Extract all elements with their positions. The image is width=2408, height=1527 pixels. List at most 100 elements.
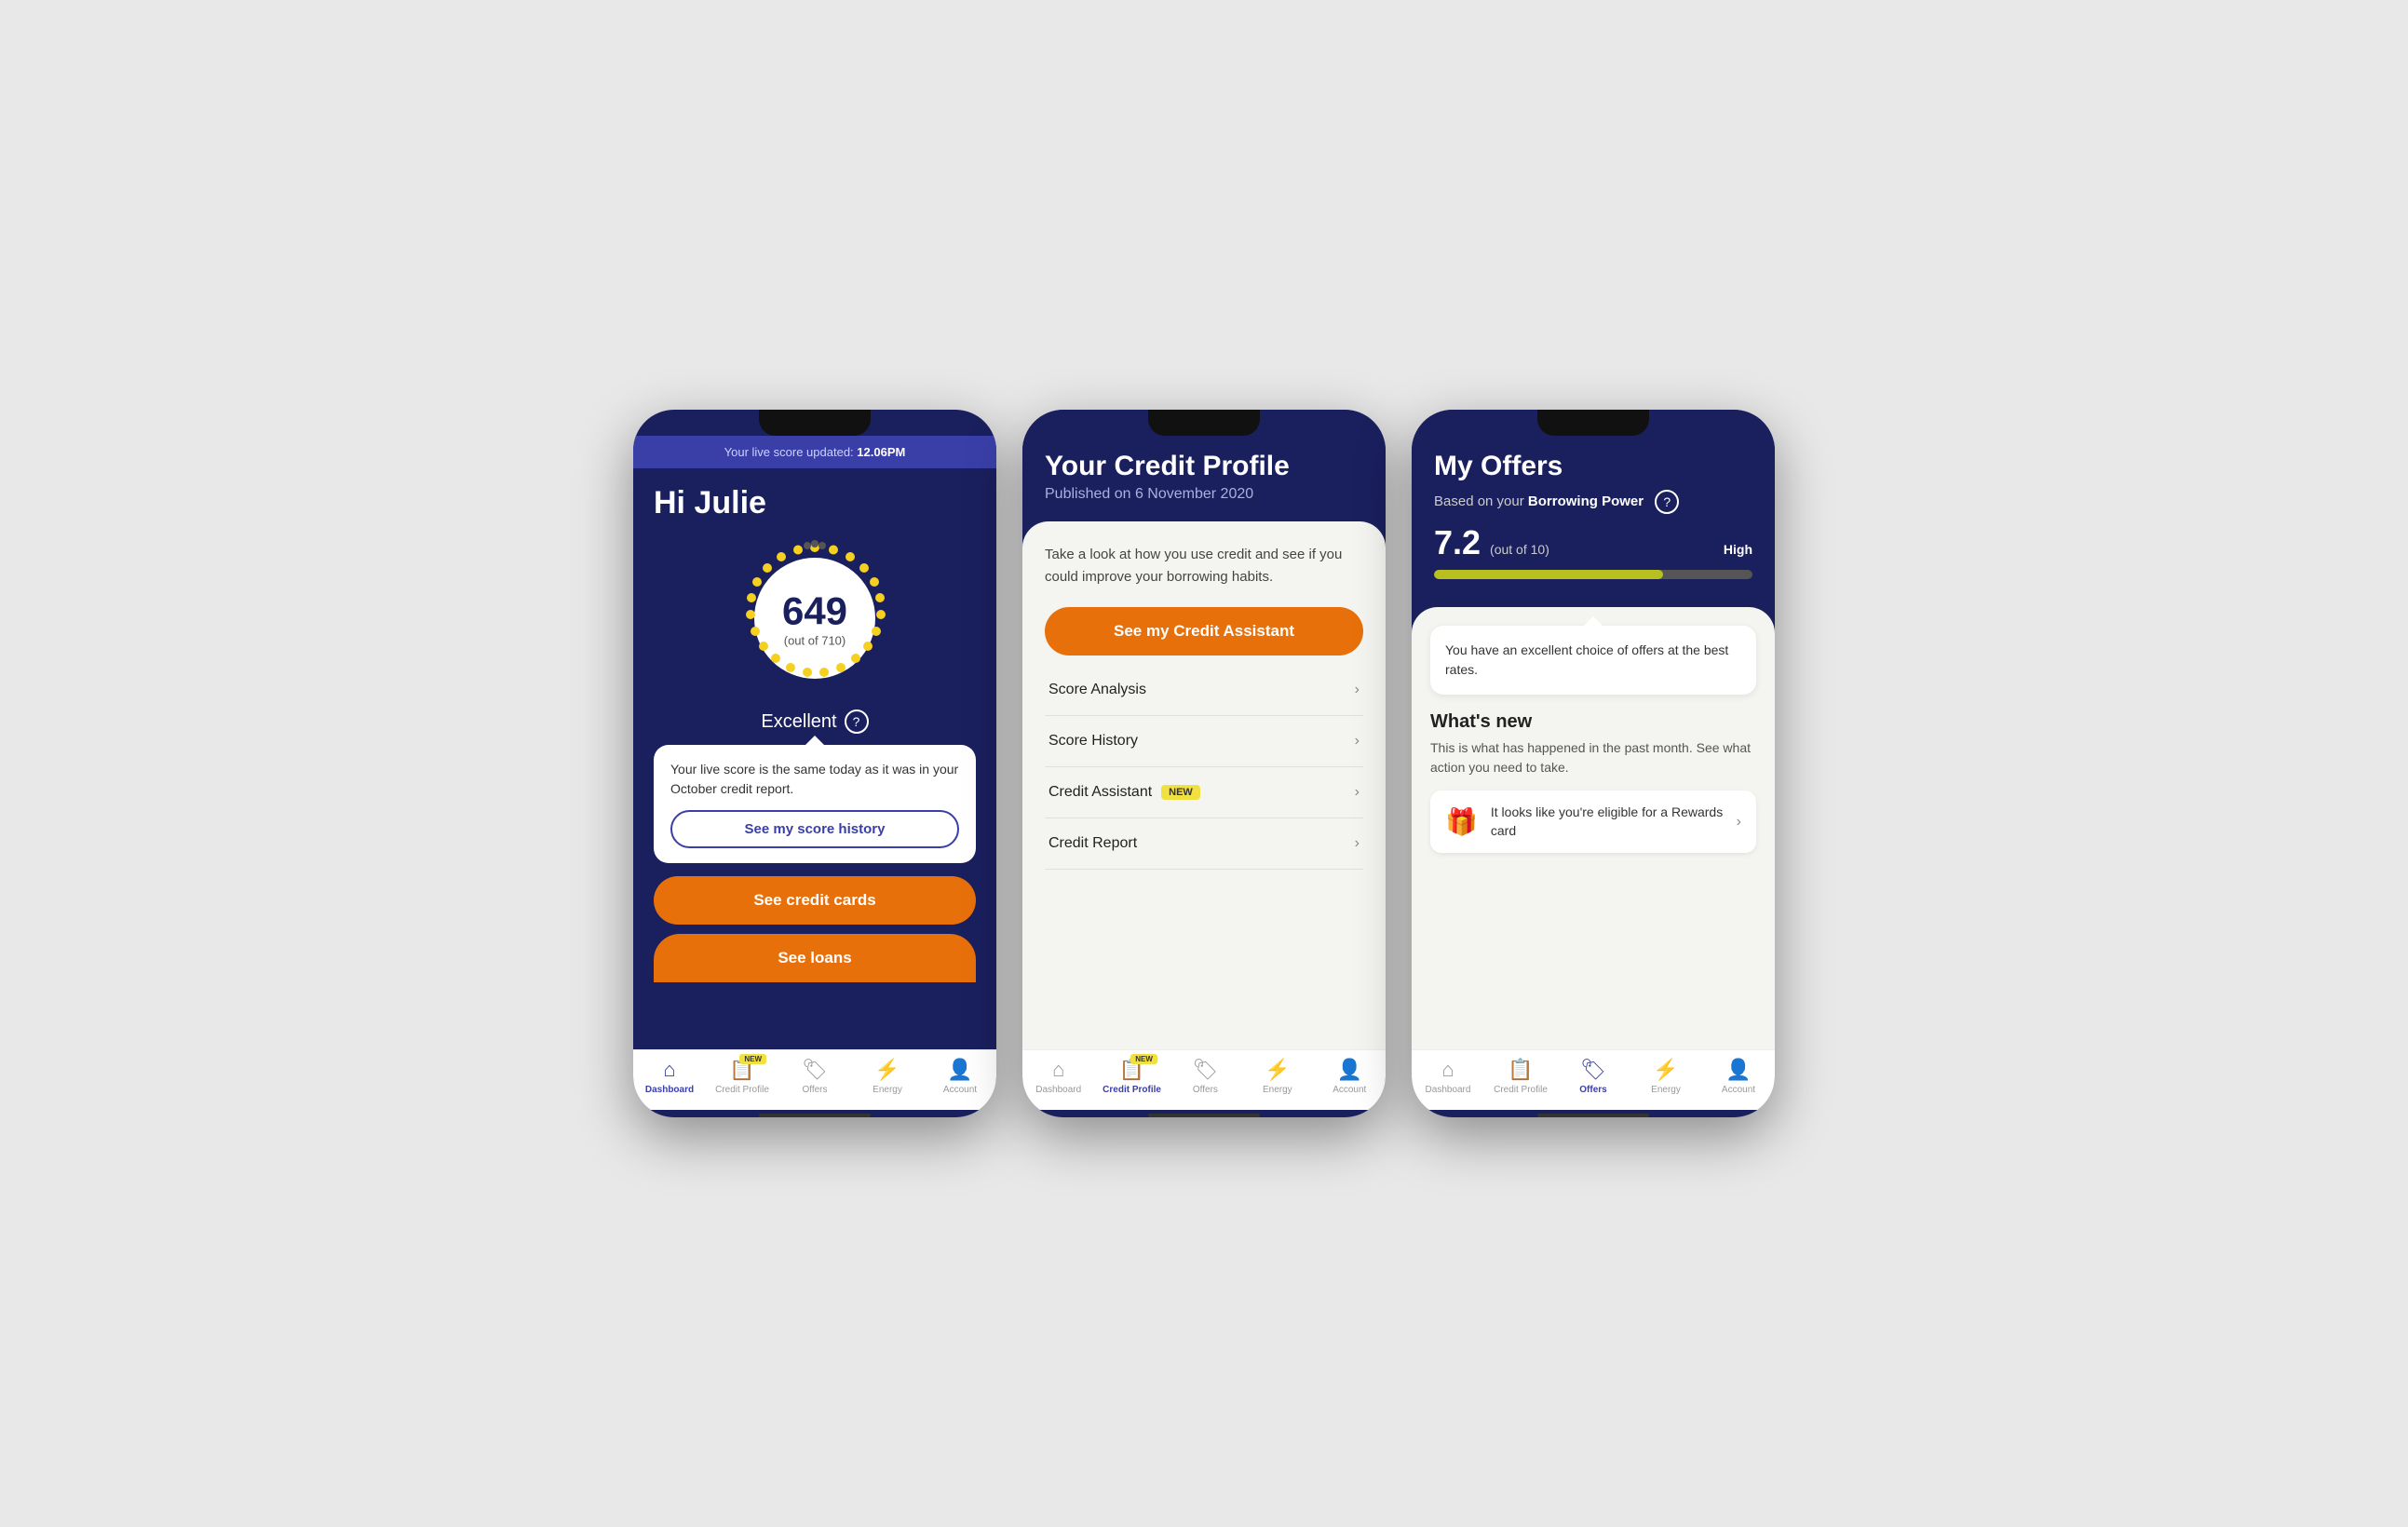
offers-icon: 🏷 (1580, 1058, 1606, 1082)
credit-profile-menu: Score Analysis › Score History › Credit … (1045, 665, 1363, 1049)
bubble-text: Your live score is the same today as it … (670, 760, 959, 799)
chevron-right-icon: › (1355, 784, 1360, 801)
nav-account[interactable]: 👤 Account (1711, 1058, 1766, 1095)
nav-offers[interactable]: 🏷 Offers (787, 1058, 843, 1095)
nav-credit-profile[interactable]: NEW 📋 Credit Profile (714, 1058, 770, 1095)
phone3-header: My Offers Based on your Borrowing Power … (1412, 410, 1775, 607)
credit-profile-title: Your Credit Profile (1045, 451, 1363, 482)
borrowing-score-row: 7.2 (out of 10) High (1434, 523, 1752, 562)
whats-new-section: What's new This is what has happened in … (1430, 711, 1756, 1049)
score-speech-bubble: Your live score is the same today as it … (654, 745, 976, 863)
rewards-card-icon: 🎁 (1445, 806, 1478, 837)
nav-dashboard[interactable]: ⌂ Dashboard (1031, 1058, 1087, 1095)
whats-new-title: What's new (1430, 711, 1756, 733)
phone2-body: Your Credit Profile Published on 6 Novem… (1022, 410, 1386, 1049)
nav-dashboard[interactable]: ⌂ Dashboard (1420, 1058, 1476, 1095)
chevron-right-icon: › (1355, 835, 1360, 852)
home-icon: ⌂ (1052, 1058, 1064, 1082)
credit-profile-subtitle: Published on 6 November 2020 (1045, 486, 1363, 503)
borrowing-progress-fill (1434, 570, 1663, 579)
nav-label: Account (1722, 1085, 1755, 1095)
phone2-wave-section: Take a look at how you use credit and se… (1022, 521, 1386, 1049)
banner-text: Your live score updated: (724, 445, 858, 459)
phone3-body: My Offers Based on your Borrowing Power … (1412, 410, 1775, 1049)
banner-time: 12.06PM (857, 445, 905, 459)
menu-item-text: Credit Report (1048, 835, 1137, 852)
menu-score-history[interactable]: Score History › (1045, 716, 1363, 767)
nav-credit-profile[interactable]: NEW 📋 Credit Profile (1103, 1058, 1161, 1095)
home-indicator (1148, 1114, 1260, 1117)
nav-dashboard[interactable]: ⌂ Dashboard (642, 1058, 697, 1095)
offers-subtitle: Based on your Borrowing Power ? (1434, 490, 1752, 514)
borrowing-progress-bg (1434, 570, 1752, 579)
borrowing-score: 7.2 (1434, 523, 1481, 562)
score-number: 649 (782, 589, 847, 634)
score-high-label: High (1724, 542, 1752, 557)
offers-icon: 🏷 (1192, 1058, 1218, 1082)
account-icon: 👤 (1725, 1058, 1751, 1082)
greeting-text: Hi Julie (654, 485, 976, 521)
menu-credit-assistant[interactable]: Credit Assistant NEW › (1045, 767, 1363, 818)
menu-item-text: Credit Assistant (1048, 784, 1152, 801)
nav-energy[interactable]: ⚡ Energy (859, 1058, 915, 1095)
nav-offers[interactable]: 🏷 Offers (1177, 1058, 1233, 1095)
nav-label: Credit Profile (1494, 1085, 1548, 1095)
score-center: 649 (out of 710) (782, 589, 847, 648)
credit-profile-icon: 📋 (1508, 1058, 1533, 1082)
nav-label: Credit Profile (1103, 1085, 1161, 1095)
offers-speech-bubble: You have an excellent choice of offers a… (1430, 626, 1756, 695)
phone3-wave-section: You have an excellent choice of offers a… (1412, 607, 1775, 1049)
nav-label: Offers (1193, 1085, 1218, 1095)
score-outof: (out of 710) (782, 634, 847, 648)
energy-icon: ⚡ (874, 1058, 900, 1082)
nav-energy[interactable]: ⚡ Energy (1250, 1058, 1305, 1095)
credit-assistant-button[interactable]: See my Credit Assistant (1045, 607, 1363, 655)
nav-label: Energy (1651, 1085, 1681, 1095)
phone-credit-profile: Your Credit Profile Published on 6 Novem… (1022, 410, 1386, 1117)
offers-title: My Offers (1434, 451, 1752, 482)
phone-offers: My Offers Based on your Borrowing Power … (1412, 410, 1775, 1117)
chevron-right-icon: › (1355, 682, 1360, 698)
score-ring-container: 649 (out of 710) (654, 534, 976, 702)
energy-icon: ⚡ (1265, 1058, 1290, 1082)
chevron-right-icon: › (1355, 733, 1360, 750)
offer-card[interactable]: 🎁 It looks like you're eligible for a Re… (1430, 791, 1756, 853)
bottom-nav-3: ⌂ Dashboard 📋 Credit Profile 🏷 Offers ⚡ … (1412, 1049, 1775, 1110)
nav-label: Energy (1263, 1085, 1292, 1095)
credit-profile-desc: Take a look at how you use credit and se… (1045, 544, 1363, 588)
account-icon: 👤 (947, 1058, 972, 1082)
nav-energy[interactable]: ⚡ Energy (1638, 1058, 1694, 1095)
nav-label: Dashboard (1035, 1085, 1081, 1095)
nav-label: Energy (873, 1085, 902, 1095)
phones-container: Your live score updated: 12.06PM Hi Juli… (633, 410, 1775, 1117)
borrowing-power-help-icon[interactable]: ? (1655, 490, 1679, 514)
menu-item-text: Score Analysis (1048, 682, 1146, 698)
nav-offers[interactable]: 🏷 Offers (1565, 1058, 1621, 1095)
nav-account[interactable]: 👤 Account (932, 1058, 988, 1095)
score-label: Excellent ? (654, 709, 976, 734)
nav-label: Offers (802, 1085, 827, 1095)
phone1-body: Hi Julie (633, 468, 996, 1049)
nav-credit-profile[interactable]: 📋 Credit Profile (1493, 1058, 1549, 1095)
menu-item-text: Score History (1048, 733, 1138, 750)
energy-icon: ⚡ (1653, 1058, 1678, 1082)
nav-label: Dashboard (645, 1085, 694, 1095)
menu-score-analysis[interactable]: Score Analysis › (1045, 665, 1363, 716)
nav-account[interactable]: 👤 Account (1321, 1058, 1377, 1095)
phone-notch (1148, 410, 1260, 436)
help-icon[interactable]: ? (845, 709, 869, 734)
nav-label: Credit Profile (715, 1085, 769, 1095)
home-indicator (1537, 1114, 1649, 1117)
see-loans-button[interactable]: See loans (654, 934, 976, 982)
whats-new-desc: This is what has happened in the past mo… (1430, 738, 1756, 777)
score-history-button[interactable]: See my score history (670, 810, 959, 848)
see-credit-cards-button[interactable]: See credit cards (654, 876, 976, 925)
nav-label: Offers (1579, 1085, 1606, 1095)
phone-notch (1537, 410, 1649, 436)
chevron-right-icon: › (1737, 814, 1741, 831)
nav-label: Account (1333, 1085, 1366, 1095)
nav-label: Dashboard (1426, 1085, 1471, 1095)
phone3-wave-inner: You have an excellent choice of offers a… (1412, 607, 1775, 1049)
nav-label: Account (943, 1085, 977, 1095)
menu-credit-report[interactable]: Credit Report › (1045, 818, 1363, 870)
